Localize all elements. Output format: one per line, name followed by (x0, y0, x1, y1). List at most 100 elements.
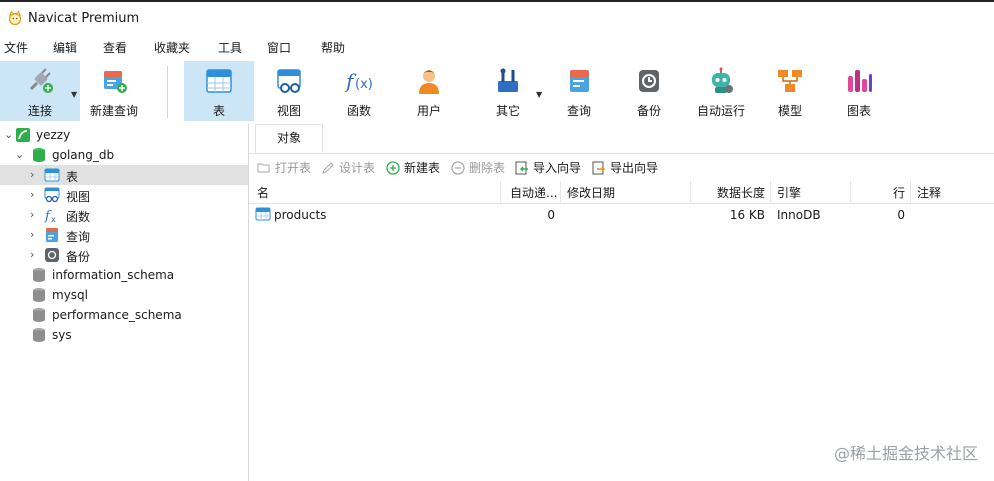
menu-help[interactable]: 帮助 (321, 39, 345, 56)
tree-node-tables[interactable]: › 表 (0, 165, 248, 185)
user-button[interactable]: 用户 (396, 61, 462, 121)
connect-button[interactable]: ▼ 连接 (0, 61, 80, 121)
plug-icon (25, 67, 55, 95)
menu-favorites[interactable]: 收藏夹 (154, 39, 190, 56)
database-label: sys (52, 328, 72, 342)
automation-label: 自动运行 (696, 104, 745, 118)
chart-icon (844, 67, 874, 95)
table-header: 名 自动递... 修改日期 数据长度 引擎 行 注释 (249, 181, 994, 204)
database-closed-icon (31, 327, 47, 343)
column-header-name[interactable]: 名 (257, 184, 269, 201)
chevron-right-icon[interactable]: › (30, 248, 34, 261)
menu-tools[interactable]: 工具 (218, 39, 242, 56)
folder-open-icon (257, 163, 270, 173)
tree-node-queries[interactable]: › 查询 (0, 225, 248, 245)
connect-label: 连接 (27, 104, 52, 118)
automation-button[interactable]: 自动运行 (686, 61, 756, 121)
chevron-down-icon[interactable]: ▼ (71, 90, 77, 99)
new-query-icon (99, 67, 129, 95)
menu-view[interactable]: 查看 (103, 39, 127, 56)
design-table-label: 设计表 (339, 161, 376, 175)
tree-node-label: 备份 (66, 250, 91, 264)
chevron-down-icon[interactable]: ⌄ (15, 148, 24, 161)
tree-db-sys[interactable]: sys (0, 325, 248, 345)
open-table-button[interactable]: 打开表 (257, 159, 311, 177)
tree-node-label: 表 (66, 170, 79, 184)
tree-db-performance-schema[interactable]: performance_schema (0, 305, 248, 325)
table-row[interactable]: products 0 16 KB InnoDB 0 (249, 205, 994, 225)
other-button[interactable]: ▼ 其它 (472, 61, 544, 121)
query-icon (44, 227, 60, 243)
tree-node-views[interactable]: › 视图 (0, 185, 248, 205)
robot-icon (706, 67, 736, 95)
new-table-button[interactable]: 新建表 (386, 159, 440, 177)
tree-connection[interactable]: ⌄ yezzy (0, 125, 248, 145)
column-header-auto-increment[interactable]: 自动递... (510, 184, 560, 201)
menu-edit[interactable]: 编辑 (53, 39, 77, 56)
column-header-modified[interactable]: 修改日期 (567, 184, 615, 201)
database-closed-icon (31, 267, 47, 283)
new-table-label: 新建表 (404, 161, 441, 175)
tree-node-functions[interactable]: › fx 函数 (0, 205, 248, 225)
table-label: 表 (212, 104, 225, 118)
mysql-connection-icon (15, 127, 31, 143)
chevron-right-icon[interactable]: › (30, 228, 34, 241)
column-divider[interactable] (910, 181, 911, 203)
column-divider[interactable] (770, 181, 771, 203)
tree-database[interactable]: ⌄ golang_db (0, 145, 248, 165)
menu-file[interactable]: 文件 (4, 39, 28, 56)
tab-strip: 对象 (249, 124, 994, 154)
view-button[interactable]: 视图 (256, 61, 322, 121)
chart-label: 图表 (846, 104, 871, 118)
backup-icon (634, 67, 664, 95)
tree-db-mysql[interactable]: mysql (0, 285, 248, 305)
column-header-comment[interactable]: 注释 (917, 184, 941, 201)
tab-objects[interactable]: 对象 (255, 124, 323, 153)
title-bar: Navicat Premium (0, 0, 994, 34)
backup-button[interactable]: 备份 (616, 61, 682, 121)
tree-node-backups[interactable]: › 备份 (0, 245, 248, 265)
delete-table-button[interactable]: 删除表 (451, 159, 505, 177)
tree-db-information-schema[interactable]: information_schema (0, 265, 248, 285)
column-header-data-length[interactable]: 数据长度 (690, 184, 765, 201)
table-icon (255, 207, 271, 225)
table-button[interactable]: 表 (184, 61, 254, 121)
column-header-rows[interactable]: 行 (850, 184, 905, 201)
export-wizard-label: 导出向导 (610, 161, 659, 175)
chevron-down-icon[interactable]: ⌄ (4, 128, 13, 141)
function-button[interactable]: f (x) 函数 (326, 61, 392, 121)
chevron-down-icon[interactable]: ▼ (536, 90, 542, 99)
query-button[interactable]: 查询 (546, 61, 612, 121)
user-label: 用户 (416, 104, 441, 118)
function-icon: fx (44, 207, 60, 224)
column-divider[interactable] (500, 181, 501, 203)
object-panel: 对象 打开表 设计表 新建表 删除表 导入向导 导出向导 名 自动递... 修改… (249, 124, 994, 481)
chart-button[interactable]: 图表 (826, 61, 892, 121)
pencil-icon (322, 162, 334, 174)
navigation-tree: ⌄ yezzy ⌄ golang_db › 表 › 视图 › fx 函数 › 查… (0, 124, 249, 481)
tree-node-label: 函数 (66, 210, 91, 224)
connection-label: yezzy (36, 128, 71, 142)
menu-window[interactable]: 窗口 (267, 39, 291, 56)
chevron-right-icon[interactable]: › (30, 168, 34, 181)
column-divider[interactable] (560, 181, 561, 203)
database-label: information_schema (52, 268, 175, 282)
chevron-right-icon[interactable]: › (30, 208, 34, 221)
column-header-engine[interactable]: 引擎 (777, 184, 801, 201)
import-wizard-label: 导入向导 (533, 161, 582, 175)
view-label: 视图 (276, 104, 301, 118)
view-icon (274, 67, 304, 95)
model-button[interactable]: 模型 (758, 61, 822, 121)
user-icon (414, 67, 444, 95)
chevron-right-icon[interactable]: › (30, 188, 34, 201)
cell-engine: InnoDB (777, 208, 821, 222)
new-query-button[interactable]: 新建查询 (82, 61, 146, 121)
table-icon (44, 167, 60, 183)
design-table-button[interactable]: 设计表 (321, 159, 375, 177)
query-icon (564, 67, 594, 95)
backup-icon (44, 247, 60, 263)
main-toolbar: ▼ 连接 新建查询 表 视图 f (x) 函数 用户 ▼ 其它 查询 备份 自动… (0, 58, 994, 125)
export-wizard-button[interactable]: 导出向导 (592, 159, 658, 177)
import-wizard-button[interactable]: 导入向导 (515, 159, 581, 177)
backup-label: 备份 (636, 104, 661, 118)
